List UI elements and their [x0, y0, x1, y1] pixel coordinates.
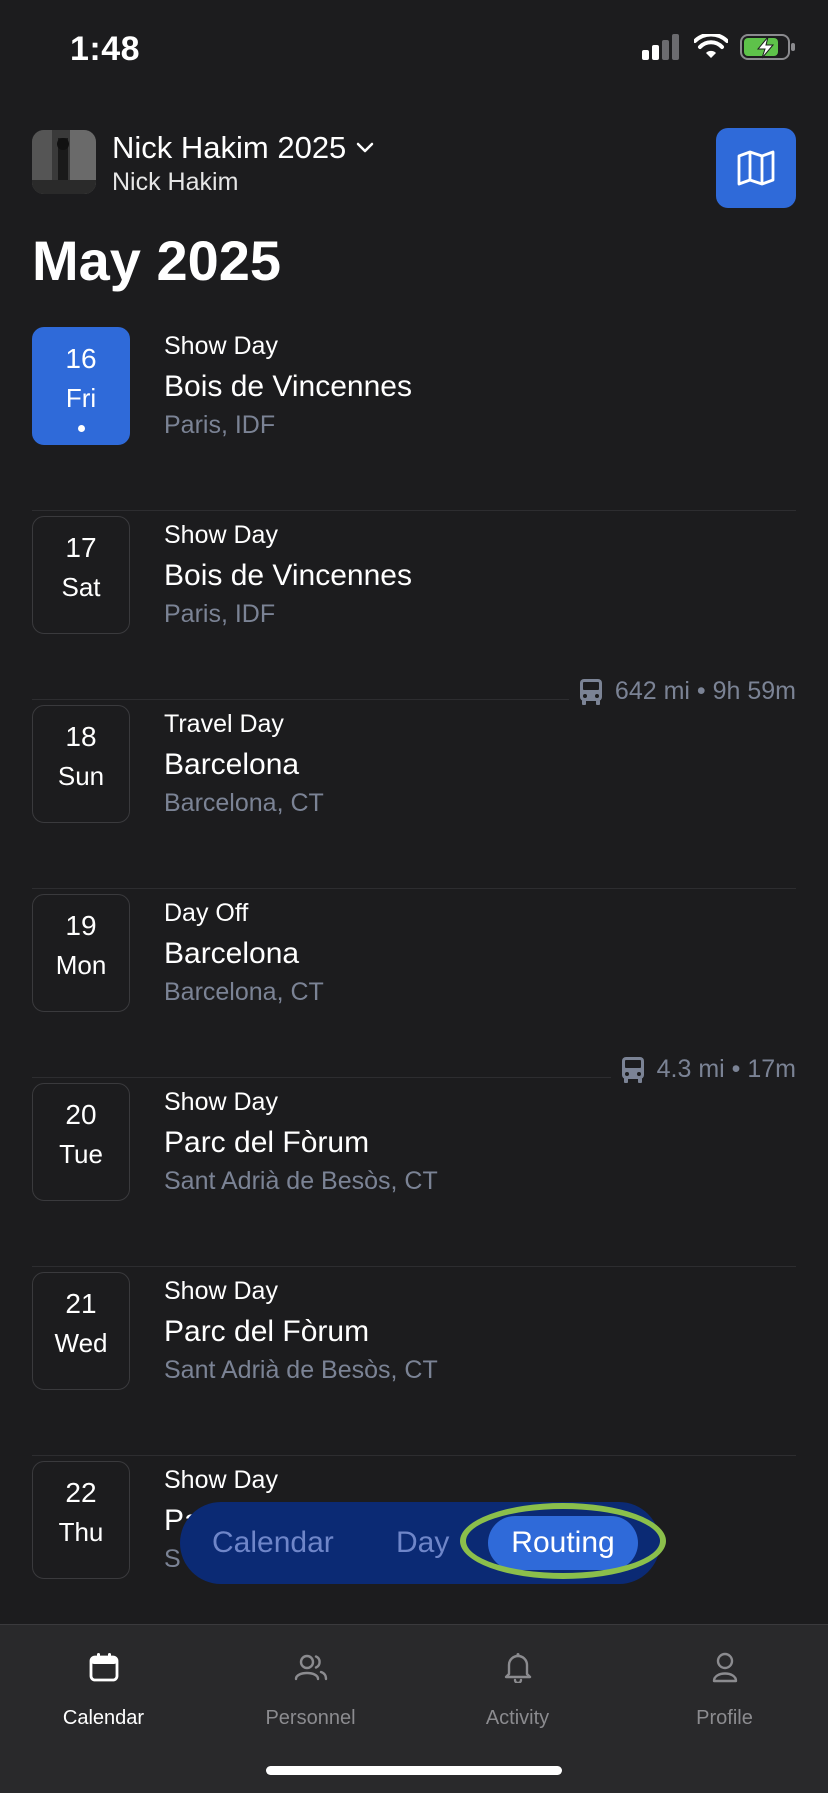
list-item[interactable]: 21 Wed Show Day Parc del Fòrum Sant Adri… — [32, 1267, 796, 1456]
event-venue: Bois de Vincennes — [164, 559, 412, 592]
segment-calendar[interactable]: Calendar — [212, 1502, 334, 1584]
date-badge: 21 Wed — [32, 1272, 130, 1390]
tab-calendar[interactable]: Calendar — [0, 1647, 207, 1730]
event-location: Sant Adrià de Besòs, CT — [164, 1167, 438, 1195]
event-location: Barcelona, CT — [164, 978, 324, 1006]
tab-label: Profile — [696, 1707, 753, 1729]
date-number: 18 — [65, 721, 97, 752]
event-location: Sant Adrià de Besòs, CT — [164, 1356, 438, 1384]
today-dot — [77, 425, 85, 432]
event-venue: Parc del Fòrum — [164, 1126, 370, 1159]
calendar-icon — [89, 1653, 118, 1682]
home-indicator[interactable] — [266, 1766, 562, 1775]
tab-profile[interactable]: Profile — [621, 1647, 828, 1730]
signal-icon — [642, 34, 679, 60]
event-location: S — [164, 1545, 181, 1573]
map-icon — [737, 150, 775, 186]
date-weekday: Sun — [57, 761, 105, 791]
tour-header: Nick Hakim 2025 Nick Hakim — [32, 128, 796, 208]
people-icon — [294, 1654, 327, 1681]
event-type: Show Day — [164, 1088, 278, 1116]
map-button[interactable] — [716, 128, 796, 208]
date-badge: 20 Tue — [32, 1083, 130, 1201]
month-title: May 2025 — [32, 229, 282, 292]
bell-icon — [504, 1653, 531, 1683]
event-venue: Bois de Vincennes — [164, 370, 412, 403]
view-segmented-control: Calendar Day Routing — [180, 1502, 660, 1584]
event-type: Travel Day — [164, 710, 284, 738]
list-item[interactable]: 16 Fri Show Day Bois de Vincennes Paris,… — [32, 322, 796, 511]
tour-selector[interactable]: Nick Hakim 2025 — [112, 130, 374, 166]
list-item[interactable]: 17 Sat Show Day Bois de Vincennes Paris,… — [32, 511, 796, 706]
date-weekday: Tue — [59, 1139, 103, 1169]
event-location: Paris, IDF — [164, 411, 276, 439]
tab-activity[interactable]: Activity — [414, 1647, 621, 1730]
day-list: 16 Fri Show Day Bois de Vincennes Paris,… — [32, 322, 796, 1645]
date-number: 22 — [65, 1477, 97, 1508]
tab-personnel[interactable]: Personnel — [207, 1647, 414, 1730]
date-badge: 16 Fri — [32, 327, 130, 445]
chevron-down-icon — [357, 142, 374, 153]
date-weekday: Wed — [54, 1328, 108, 1358]
date-number: 21 — [65, 1288, 97, 1319]
list-item[interactable]: 18 Sun Travel Day Barcelona Barcelona, C… — [32, 700, 796, 889]
tab-label: Calendar — [62, 1707, 145, 1729]
event-venue: Parc del Fòrum — [164, 1315, 370, 1348]
date-badge: 17 Sat — [32, 516, 130, 634]
date-weekday: Thu — [58, 1517, 104, 1547]
tab-label: Activity — [485, 1707, 550, 1729]
event-venue: Barcelona — [164, 937, 300, 970]
date-weekday: Mon — [55, 950, 107, 980]
event-type: Show Day — [164, 1466, 278, 1494]
event-type: Show Day — [164, 332, 278, 360]
status-icons — [642, 34, 796, 60]
date-badge: 19 Mon — [32, 894, 130, 1012]
event-location: Paris, IDF — [164, 600, 276, 628]
person-icon — [712, 1652, 737, 1683]
date-number: 19 — [65, 910, 97, 941]
segment-routing[interactable]: Routing — [488, 1516, 638, 1570]
date-number: 20 — [65, 1099, 97, 1130]
event-type: Show Day — [164, 1277, 278, 1305]
date-badge: 22 Thu — [32, 1461, 130, 1579]
tab-label: Personnel — [265, 1707, 356, 1729]
event-location: Barcelona, CT — [164, 789, 324, 817]
date-weekday: Sat — [61, 572, 101, 602]
list-item[interactable]: 20 Tue Show Day Parc del Fòrum Sant Adri… — [32, 1078, 796, 1267]
status-time: 1:48 — [70, 30, 141, 68]
tour-title: Nick Hakim 2025 — [112, 130, 347, 165]
wifi-icon — [694, 34, 728, 58]
status-bar: 1:48 — [0, 0, 828, 100]
date-badge: 18 Sun — [32, 705, 130, 823]
date-number: 17 — [65, 532, 97, 563]
battery-charging-icon — [740, 34, 795, 60]
segment-day[interactable]: Day — [396, 1502, 449, 1584]
artist-name: Nick Hakim — [112, 168, 239, 196]
list-item[interactable]: 19 Mon Day Off Barcelona Barcelona, CT 4… — [32, 889, 796, 1084]
date-number: 16 — [65, 343, 97, 374]
date-weekday: Fri — [65, 383, 97, 413]
event-type: Show Day — [164, 521, 278, 549]
event-type: Day Off — [164, 899, 249, 927]
tour-avatar[interactable] — [32, 130, 96, 194]
event-venue: Barcelona — [164, 748, 300, 781]
